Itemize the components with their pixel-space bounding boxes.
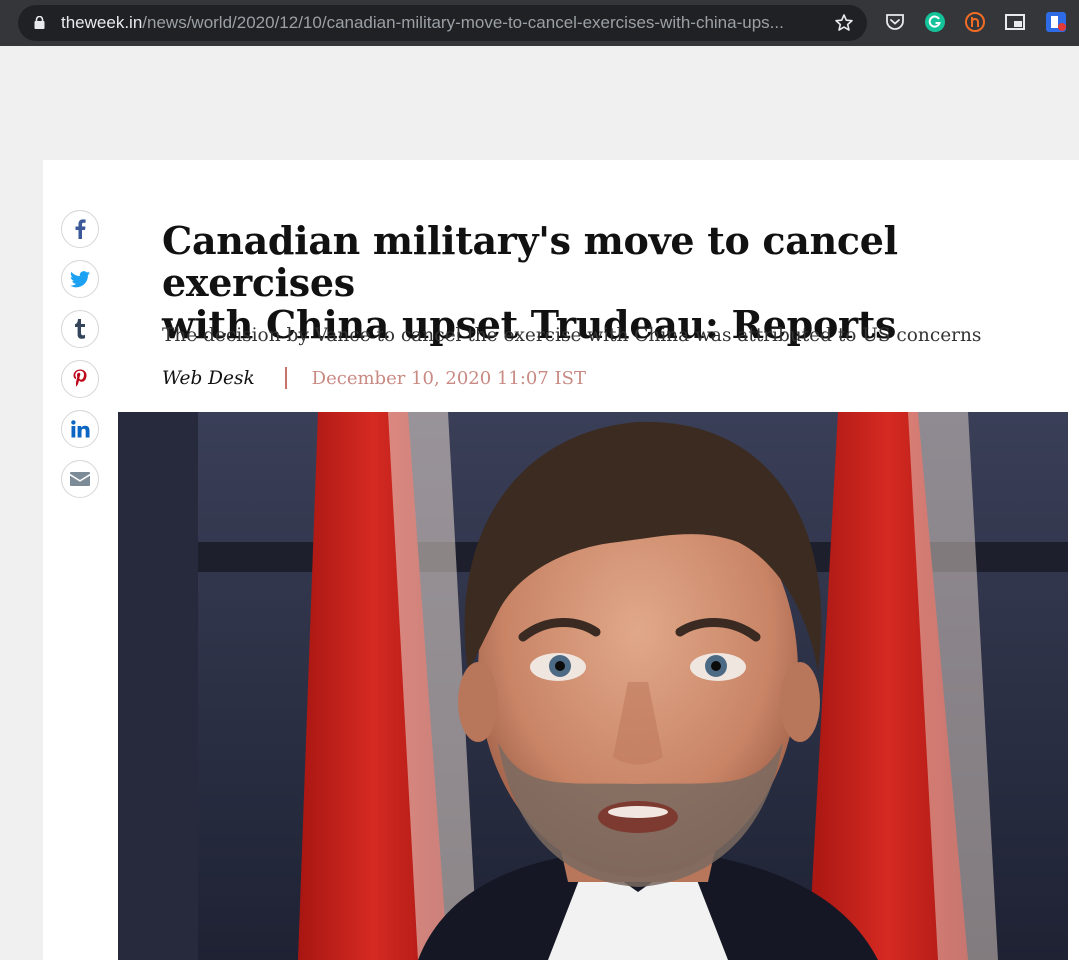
url-text[interactable]: theweek.in/news/world/2020/12/10/canadia… — [61, 13, 831, 33]
lock-icon[interactable] — [34, 16, 45, 29]
email-icon — [70, 472, 90, 486]
bookmark-star-icon[interactable] — [834, 13, 854, 33]
url-path: /news/world/2020/12/10/canadian-military… — [142, 13, 784, 32]
twitter-icon — [70, 270, 90, 287]
author-name[interactable]: Web Desk — [162, 368, 255, 389]
facebook-share-button[interactable] — [61, 210, 99, 248]
tumblr-icon — [75, 319, 85, 339]
article-subheadline: The decision by Vance to cancel the exer… — [162, 325, 982, 346]
headline-line-1: Canadian military's move to cancel exerc… — [162, 218, 898, 305]
photo-illustration — [118, 412, 1068, 960]
facebook-icon — [75, 219, 86, 239]
picture-in-picture-icon[interactable] — [1004, 11, 1026, 33]
web-page: Canadian military's move to cancel exerc… — [0, 46, 1079, 960]
honey-icon[interactable] — [964, 11, 986, 33]
browser-toolbar: theweek.in/news/world/2020/12/10/canadia… — [0, 0, 1079, 46]
address-bar[interactable]: theweek.in/news/world/2020/12/10/canadia… — [18, 5, 867, 41]
twitter-share-button[interactable] — [61, 260, 99, 298]
byline-divider — [284, 367, 287, 389]
tumblr-share-button[interactable] — [61, 310, 99, 348]
article-photo — [118, 412, 1068, 960]
pinterest-share-button[interactable] — [61, 360, 99, 398]
extension-icon[interactable] — [1045, 11, 1067, 33]
byline: Web Desk December 10, 2020 11:07 IST — [162, 366, 586, 390]
linkedin-share-button[interactable] — [61, 410, 99, 448]
pinterest-icon — [73, 369, 87, 387]
email-share-button[interactable] — [61, 460, 99, 498]
pocket-icon[interactable] — [884, 11, 906, 33]
url-host: theweek.in — [61, 13, 143, 32]
linkedin-icon — [70, 420, 89, 438]
publish-date: December 10, 2020 11:07 IST — [311, 367, 586, 389]
grammarly-icon[interactable] — [924, 11, 946, 33]
article-card: Canadian military's move to cancel exerc… — [43, 160, 1079, 960]
